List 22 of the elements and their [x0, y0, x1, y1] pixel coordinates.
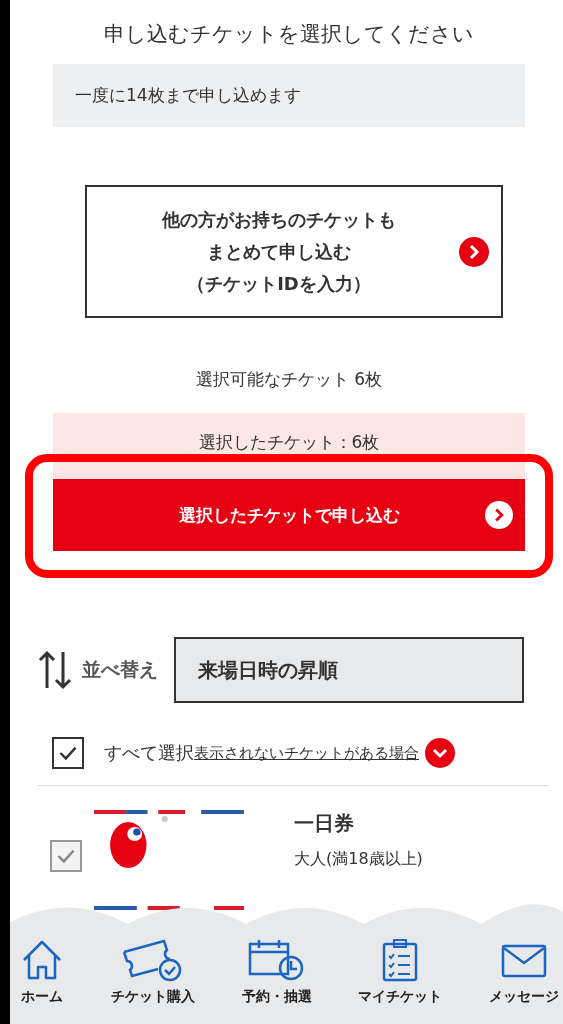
nav-item[interactable]: チケット購入 [110, 930, 195, 1024]
ticket-category: 大人(満18歳以上) [294, 849, 423, 870]
chevron-down-icon [425, 738, 455, 768]
ticket-name: 一日券 [294, 810, 355, 837]
page-heading: 申し込むチケットを選択してください [103, 21, 475, 48]
sort-label: 並べ替え [82, 657, 158, 682]
notice-box: 一度に14枚まで申し込めます [53, 64, 525, 127]
selected-count: 選択したチケット：6枚 [198, 431, 380, 454]
other-tickets-button[interactable]: 他の方がお持ちのチケットも まとめて申し込む （チケットIDを入力） [85, 185, 503, 318]
chevron-right-icon [485, 501, 513, 529]
apply-button[interactable]: 選択したチケットで申し込む [53, 479, 525, 551]
nav-item[interactable]: マイチケット [358, 930, 443, 1024]
sort-dropdown[interactable]: 来場日時の昇順 [174, 637, 524, 703]
chevron-right-icon [459, 236, 489, 267]
hidden-tickets-link[interactable]: 表示されないチケットがある場合 [194, 743, 419, 763]
select-all-label: すべて選択 [104, 741, 194, 765]
available-count: 選択可能なチケット 6枚 [194, 368, 384, 391]
sort-icon [38, 650, 72, 690]
nav-item[interactable]: 予約・抽選 [241, 930, 312, 1024]
nav-item[interactable]: ホーム [20, 930, 64, 1024]
nav-item[interactable]: メッセージ [489, 930, 559, 1024]
select-all-checkbox[interactable] [52, 737, 84, 769]
